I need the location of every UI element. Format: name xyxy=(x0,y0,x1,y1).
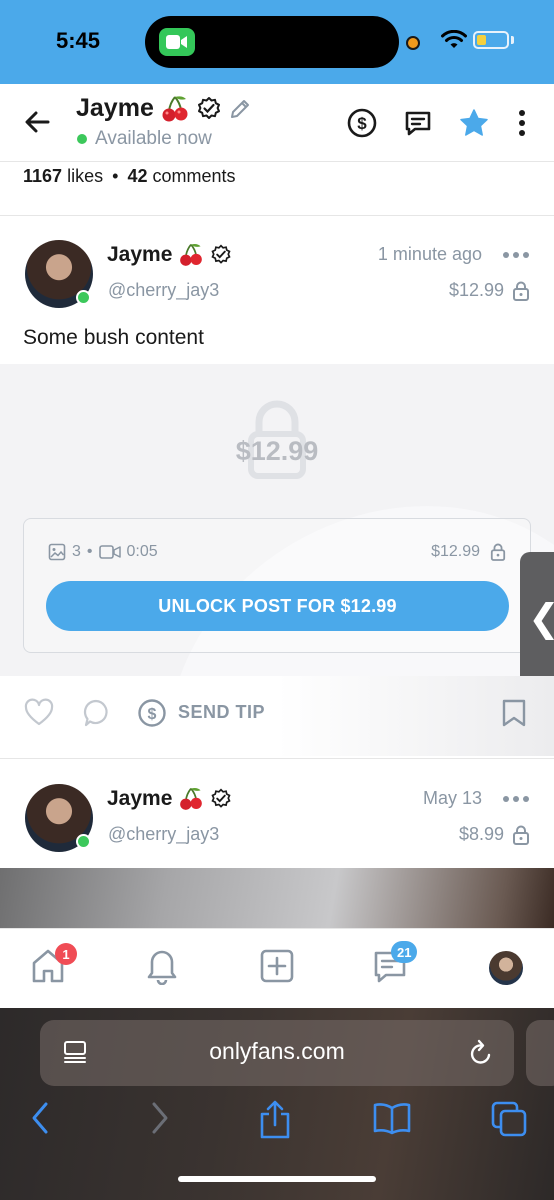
availability-status: Available now xyxy=(77,128,212,150)
image-count: 3 xyxy=(72,543,81,560)
star-icon xyxy=(460,109,488,136)
lock-icon xyxy=(513,281,529,301)
post-author-handle[interactable]: @cherry_jay3 xyxy=(108,824,219,845)
video-duration: 0:05 xyxy=(126,543,158,560)
post-time[interactable]: 1 minute ago xyxy=(378,244,482,265)
profile-name: Jayme xyxy=(76,94,154,122)
media-summary: 3 • 0:05 xyxy=(48,543,158,561)
stats-separator: • xyxy=(112,166,119,186)
post-author[interactable]: Jayme xyxy=(107,786,232,812)
url-text: onlyfans.com xyxy=(209,1038,345,1064)
availability-text: Available now xyxy=(95,128,212,149)
home-badge: 1 xyxy=(55,943,77,965)
message-button[interactable] xyxy=(401,106,435,140)
side-panel-handle[interactable]: ❮ xyxy=(520,552,554,688)
new-post-icon[interactable] xyxy=(259,945,295,985)
post-time[interactable]: May 13 xyxy=(423,788,482,809)
video-icon xyxy=(98,545,121,559)
favorite-button[interactable] xyxy=(457,106,491,140)
profile-avatar[interactable] xyxy=(489,951,523,985)
tip-dollar-button[interactable]: $ xyxy=(345,106,379,140)
post-header: Jayme @cherry_jay3 May 13 $8.99 xyxy=(0,784,554,864)
svg-text:$: $ xyxy=(148,706,157,723)
svg-text:$: $ xyxy=(357,114,367,133)
like-heart-icon[interactable] xyxy=(24,698,54,728)
lock-icon xyxy=(490,543,506,561)
address-bar[interactable]: onlyfans.com xyxy=(40,1020,514,1086)
tip-dollar-icon[interactable]: $ xyxy=(137,698,167,728)
likes-count: 1167 xyxy=(23,166,63,186)
chevron-left-icon: ❮ xyxy=(528,596,554,641)
likes-label: likes xyxy=(67,166,104,186)
messages-badge: 21 xyxy=(391,941,418,963)
edit-pencil-icon[interactable] xyxy=(228,97,252,121)
message-icon xyxy=(405,111,431,136)
divider xyxy=(0,758,554,759)
comment-icon[interactable] xyxy=(82,698,110,728)
reload-icon[interactable] xyxy=(468,1039,494,1067)
lock-icon xyxy=(513,825,529,845)
bookmarks-icon[interactable] xyxy=(372,1100,412,1136)
more-options-button[interactable] xyxy=(505,106,539,140)
facetime-icon xyxy=(159,28,195,56)
unlock-card: 3 • 0:05 $12.99 UNLOCK POST FOR $12.99 xyxy=(23,518,531,653)
cherry-icon xyxy=(162,95,188,121)
post-header: Jayme @cherry_jay3 1 minute ago $12.99 xyxy=(0,240,554,320)
more-horizontal-icon[interactable] xyxy=(503,796,529,802)
share-icon[interactable] xyxy=(258,1100,292,1140)
mic-indicator-icon xyxy=(406,36,420,50)
back-icon[interactable] xyxy=(28,1100,52,1136)
battery-icon xyxy=(473,31,509,49)
post-author-name: Jayme xyxy=(107,787,173,810)
locked-price: $12.99 xyxy=(235,436,319,466)
cherry-icon xyxy=(180,788,203,810)
card-price: $12.99 xyxy=(431,543,480,560)
locked-media[interactable]: $12.99 3 • 0:05 $12.99 UNLOCK POST FOR $… xyxy=(0,364,554,676)
next-tab-preview[interactable] xyxy=(526,1020,554,1086)
forward-icon[interactable] xyxy=(148,1100,172,1136)
bottom-nav: 1 21 xyxy=(0,928,554,1008)
post-author-handle[interactable]: @cherry_jay3 xyxy=(108,280,219,301)
post-media-preview[interactable] xyxy=(0,868,554,928)
home-indicator xyxy=(178,1176,376,1182)
profile-header: Jayme Available now $ xyxy=(0,84,554,162)
more-horizontal-icon[interactable] xyxy=(503,252,529,258)
media-separator: • xyxy=(86,543,93,560)
divider xyxy=(0,215,554,216)
post-author[interactable]: Jayme xyxy=(107,242,232,268)
post-price: $8.99 xyxy=(458,824,504,844)
post-price: $12.99 xyxy=(448,280,504,300)
browser-toolbar: onlyfans.com xyxy=(0,1008,554,1200)
back-arrow-icon[interactable] xyxy=(22,106,54,138)
post-actions: $ SEND TIP xyxy=(0,676,554,756)
bookmark-icon[interactable] xyxy=(501,698,527,728)
online-dot-icon xyxy=(77,134,87,144)
post-stats: 1167 likes • 42 comments xyxy=(23,166,236,187)
dollar-icon: $ xyxy=(347,108,377,138)
cherry-icon xyxy=(180,244,203,266)
post-text: Some bush content xyxy=(23,326,204,349)
notifications-icon[interactable] xyxy=(144,945,180,985)
online-dot-icon xyxy=(76,834,91,849)
verified-icon xyxy=(197,96,220,119)
status-bar: 5:45 xyxy=(0,0,554,84)
post-author-name: Jayme xyxy=(107,243,173,266)
verified-icon xyxy=(211,788,231,808)
wifi-icon xyxy=(441,30,467,48)
more-vertical-icon xyxy=(519,110,525,136)
comments-label[interactable]: comments xyxy=(152,166,235,186)
image-icon xyxy=(48,543,66,561)
status-time: 5:45 xyxy=(56,28,101,53)
comments-count[interactable]: 42 xyxy=(127,166,147,186)
online-dot-icon xyxy=(76,290,91,305)
profile-name-row[interactable]: Jayme xyxy=(76,94,252,123)
verified-icon xyxy=(211,244,231,264)
send-tip-button[interactable]: SEND TIP xyxy=(178,702,265,723)
unlock-post-button[interactable]: UNLOCK POST FOR $12.99 xyxy=(46,581,509,631)
dynamic-island xyxy=(145,16,399,68)
tabs-icon[interactable] xyxy=(490,1100,528,1138)
